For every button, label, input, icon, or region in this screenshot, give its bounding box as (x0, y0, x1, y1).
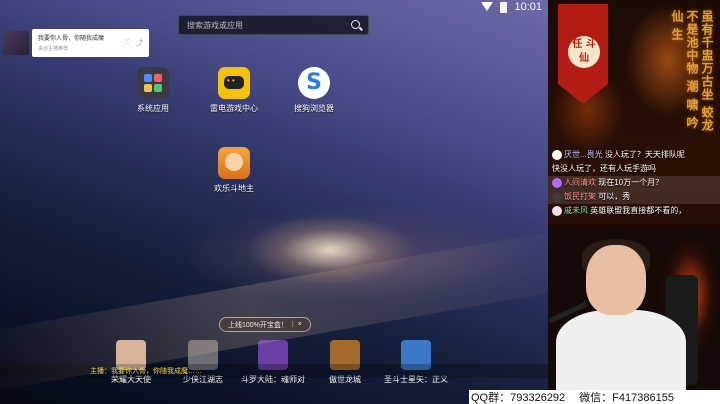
chat-message: 戚未风 英雄联盟我直接都不看的， (548, 204, 720, 218)
app-label: 雷电游戏中心 (210, 104, 258, 113)
doudizhu-icon (218, 147, 250, 179)
share-icon[interactable]: ⤴ (136, 38, 143, 48)
emulator-desktop: 10:01 搜索游戏或应用 我要你入骨，你随我成魔 来自主播推荐 ♡ ⤴ 系统应… (0, 0, 548, 404)
qq-group: QQ群：793326292 (471, 392, 566, 404)
scrolling-ticker: 主播：我要你入骨，你随我成魔…… (0, 364, 548, 378)
app-label: 搜狗浏览器 (294, 104, 334, 113)
streamer-webcam (548, 225, 720, 390)
battery-icon (500, 1, 508, 13)
chat-text: 没人玩了？天天排队呢 (604, 150, 685, 159)
contact-strip: QQ群：793326292 微信：F417386155 (469, 390, 720, 404)
ticker-text: 主播：我要你入骨，你随我成魔…… (90, 368, 202, 375)
user-badge-icon (552, 205, 562, 216)
search-icon[interactable] (351, 20, 360, 29)
app-sogou-browser[interactable]: 搜狗浏览器 (283, 67, 345, 114)
dock-app-5[interactable]: 圣斗士星矢：正义 (380, 340, 452, 385)
user-badge-icon (552, 191, 562, 202)
status-bar: 10:01 (0, 0, 548, 14)
notification-card[interactable]: 我要你入骨，你随我成魔 来自主播推荐 ♡ ⤴ (32, 29, 149, 57)
chat-user: 人间清欢 (564, 178, 596, 187)
dock-app-1[interactable]: 荣耀大天使 (95, 340, 167, 385)
streamer-body (556, 310, 686, 390)
chat-message: 厌世...畏光 没人玩了？天天排队呢 (548, 148, 720, 162)
chat-user: 厌世...畏光 (564, 150, 603, 159)
dock-app-3[interactable]: 斗罗大陆：魂师对 (237, 340, 309, 385)
user-badge-icon (552, 149, 562, 160)
tip-divider: | (291, 321, 294, 328)
chat-text: 英雄联盟我直接都不看的， (590, 206, 687, 215)
dock-app-4[interactable]: 傲世龙城 (309, 340, 381, 385)
app-system-apps[interactable]: 系统应用 (122, 67, 184, 114)
search-input[interactable]: 搜索游戏或应用 (178, 15, 369, 35)
calligraphy-poem: 虽有千盅万古坐 蛟龙不是池中物 潮 啸 吟 仙 生 (670, 10, 714, 133)
promo-tip[interactable]: 上线100%开宝盒！ | × (219, 317, 311, 332)
chat-user: 饭民打架 (564, 192, 596, 201)
wifi-icon (481, 2, 494, 12)
status-time: 10:01 (514, 1, 542, 13)
chat-text: 快没人玩了，还有人玩手游吗 (552, 164, 656, 173)
chat-user: 戚未风 (564, 206, 588, 215)
gamepad-icon (218, 67, 250, 99)
app-label: 系统应用 (137, 104, 169, 113)
app-label: 欢乐斗地主 (214, 184, 254, 193)
banner-text: 任 斗 仙 (568, 36, 600, 68)
system-apps-icon (137, 67, 169, 99)
stream-panel: 任 斗 仙 虽有千盅万古坐 蛟龙不是池中物 潮 啸 吟 仙 生 厌世...畏光 … (548, 0, 720, 404)
chat-text: 可以，秀 (598, 192, 631, 201)
search-placeholder: 搜索游戏或应用 (187, 20, 243, 30)
app-doudizhu[interactable]: 欢乐斗地主 (203, 147, 265, 194)
heart-icon[interactable]: ♡ (124, 38, 131, 47)
wechat-id: 微信：F417386155 (579, 392, 674, 404)
browser-icon (298, 67, 330, 99)
chat-list: 厌世...畏光 没人玩了？天天排队呢 快没人玩了，还有人玩手游吗 人间清欢 现在… (548, 148, 720, 218)
chat-text: 现在10万一个月？ (598, 178, 664, 187)
app-game-center[interactable]: 雷电游戏中心 (203, 67, 265, 114)
dock-app-2[interactable]: 少侠江湖志 (167, 340, 239, 385)
promo-tip-text: 上线100%开宝盒！ (228, 321, 288, 329)
chat-message: 快没人玩了，还有人玩手游吗 (548, 162, 720, 176)
streamer-face (586, 245, 646, 315)
chat-message: 人间清欢 现在10万一个月？ (548, 176, 720, 190)
notification-avatar (3, 31, 29, 55)
chat-message: 饭民打架 可以，秀 (548, 190, 720, 204)
close-icon[interactable]: × (298, 321, 302, 328)
user-badge-icon (552, 177, 562, 188)
notification-popup[interactable]: 我要你入骨，你随我成魔 来自主播推荐 ♡ ⤴ (3, 29, 149, 57)
